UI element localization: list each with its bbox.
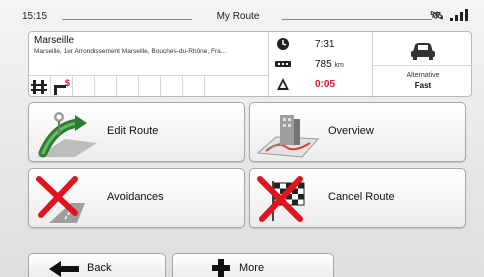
toll-fee-icon: $ [54, 78, 70, 95]
car-icon [411, 43, 435, 60]
toll-road-icon [31, 80, 47, 94]
restriction-cell [183, 76, 205, 98]
duration-stat: 0:05 [269, 74, 373, 95]
destination-address: Marseille, 1er Arrondissement Marseille,… [34, 48, 227, 55]
cancel-route-icon [257, 176, 305, 222]
signal-strength-icon [450, 9, 468, 21]
restriction-icons-row: $ [29, 75, 269, 98]
avoidances-button[interactable]: Avoidances [28, 168, 245, 228]
distance-value: 785 [315, 59, 332, 70]
gps-satellite-icon: 🛰 [430, 10, 444, 22]
distance-unit: km [334, 62, 344, 69]
arrival-time: 7:31 [315, 39, 335, 50]
overview-label: Overview [328, 125, 374, 137]
restriction-cell [117, 76, 139, 98]
edit-route-label: Edit Route [107, 125, 159, 137]
back-button[interactable]: Back [28, 253, 166, 277]
restriction-cell [139, 76, 161, 98]
arrival-time-stat: 7:31 [269, 34, 373, 55]
restriction-cell [95, 76, 117, 98]
vehicle-type-button[interactable] [373, 32, 473, 66]
restriction-cell [161, 76, 183, 98]
route-method-button[interactable]: Alternative Fast [373, 66, 473, 98]
back-label: Back [87, 262, 112, 274]
trip-duration: 0:05 [315, 79, 336, 90]
destination-city: Marseille [34, 35, 75, 46]
title-bar: 15:15 My Route 🛰 [0, 0, 484, 30]
route-stats: 7:31 785 km 0:05 [269, 32, 373, 98]
edit-route-icon [37, 112, 97, 158]
page-title: My Route [216, 11, 260, 22]
plus-icon [212, 259, 230, 277]
more-label: More [239, 262, 265, 274]
route-info-panel[interactable]: Marseille Marseille, 1er Arrondissement … [28, 31, 473, 98]
arrival-clock-icon [277, 38, 289, 50]
title-divider-left [62, 19, 192, 20]
restriction-cell: $ [51, 76, 73, 98]
clock-time: 15:15 [22, 11, 48, 22]
back-arrow-icon [49, 261, 79, 277]
avoidances-icon [36, 176, 85, 223]
destination-section[interactable]: Marseille Marseille, 1er Arrondissement … [29, 32, 269, 98]
route-method-label: Alternative [406, 72, 440, 79]
distance-icon [275, 61, 291, 67]
title-divider-right [282, 19, 432, 20]
restriction-cell [73, 76, 95, 98]
overview-button[interactable]: Overview [249, 102, 466, 162]
cancel-route-button[interactable]: Cancel Route [249, 168, 466, 228]
distance: 785 km [315, 59, 344, 70]
restriction-cell [205, 76, 227, 98]
restriction-cell [29, 76, 51, 98]
status-icons: 🛰 [430, 9, 482, 23]
cancel-route-label: Cancel Route [328, 191, 395, 203]
route-method-value: Fast [414, 81, 432, 90]
distance-stat: 785 km [269, 54, 373, 75]
edit-route-button[interactable]: Edit Route [28, 102, 245, 162]
svg-text:$: $ [65, 78, 70, 88]
hourglass-icon [277, 78, 289, 90]
avoidances-label: Avoidances [107, 191, 164, 203]
more-button[interactable]: More [172, 253, 334, 277]
map-overview-icon [256, 115, 320, 158]
